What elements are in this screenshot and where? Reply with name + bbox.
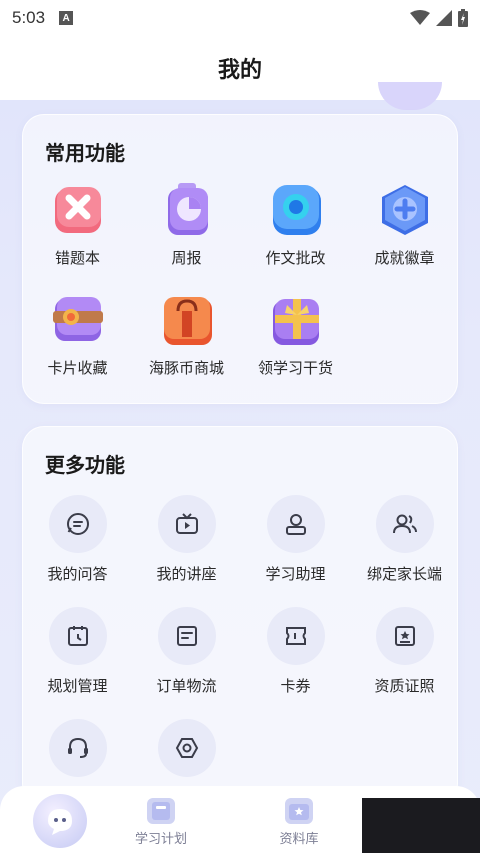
notification-icon: A — [59, 11, 74, 25]
certificate-icon — [375, 607, 434, 665]
more-item-customer-service[interactable] — [23, 719, 132, 787]
essay-correction-icon — [267, 181, 325, 239]
page-title: 我的 — [217, 58, 262, 83]
common-item-wrong-book[interactable]: 错题本 — [23, 181, 132, 268]
signal-icon — [436, 10, 452, 26]
plan-calendar-icon — [48, 607, 107, 665]
weekly-report-icon — [158, 181, 216, 239]
settings-icon — [157, 719, 216, 777]
more-item-settings[interactable] — [132, 719, 241, 787]
status-time: 5:03 — [12, 8, 46, 27]
more-item-coupon[interactable]: 卡券 — [241, 607, 350, 696]
more-item-order-logistics[interactable]: 订单物流 — [132, 607, 241, 696]
decorative-bubble — [378, 82, 442, 110]
more-item-my-qa[interactable]: 我的问答 — [23, 495, 132, 584]
common-item-weekly-report[interactable]: 周报 — [132, 181, 241, 268]
status-bar: 5:03 A — [0, 0, 480, 36]
order-logistics-icon — [157, 607, 216, 665]
lecture-tv-icon — [157, 495, 216, 553]
common-item-achievement-badge[interactable]: 成就徽章 — [350, 181, 459, 268]
wifi-icon — [410, 10, 430, 25]
library-icon — [285, 798, 313, 824]
status-indicators — [410, 9, 468, 27]
coupon-icon — [266, 607, 325, 665]
more-item-study-assistant[interactable]: 学习助理 — [241, 495, 350, 584]
more-item-certificate[interactable]: 资质证照 — [350, 607, 459, 696]
nav-item-study-plan[interactable]: 学习计划 — [116, 798, 206, 847]
wrong-book-icon — [49, 181, 107, 239]
common-item-card-collection[interactable]: 卡片收藏 — [23, 291, 132, 378]
mascot-home-icon[interactable] — [33, 794, 87, 848]
more-item-bind-parent[interactable]: 绑定家长端 — [350, 495, 459, 584]
study-plan-icon — [147, 798, 175, 824]
more-item-plan-management[interactable]: 规划管理 — [23, 607, 132, 696]
section-title-common: 常用功能 — [45, 141, 125, 165]
common-item-gift-box[interactable]: 领学习干货 — [241, 291, 350, 378]
gift-box-icon — [267, 291, 325, 349]
nav-item-library[interactable]: 资料库 — [254, 798, 344, 847]
assistant-icon — [266, 495, 325, 553]
qa-chat-icon — [48, 495, 107, 553]
more-item-my-lecture[interactable]: 我的讲座 — [132, 495, 241, 584]
section-title-more: 更多功能 — [45, 453, 125, 477]
battery-icon — [458, 9, 468, 27]
achievement-badge-icon — [376, 181, 434, 239]
card-collection-icon — [49, 291, 107, 349]
bind-parent-icon — [375, 495, 434, 553]
customer-service-icon — [48, 719, 107, 777]
common-item-essay-correction[interactable]: 作文批改 — [241, 181, 350, 268]
dark-overlay-corner — [362, 798, 480, 853]
common-functions-card: 常用功能 错题本 周报 作文批改 成就徽章 卡片收藏 海豚币商城 领学习干货 — [22, 114, 458, 404]
more-functions-card: 更多功能 我的问答 我的讲座 学习助理 绑定家长端 规划管理 订单物流 卡券 资… — [22, 426, 458, 806]
coin-mall-icon — [158, 291, 216, 349]
common-item-coin-mall[interactable]: 海豚币商城 — [132, 291, 241, 378]
